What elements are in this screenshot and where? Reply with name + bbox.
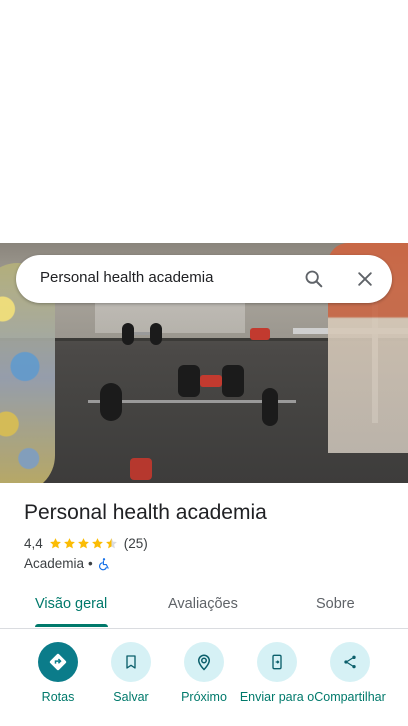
share-icon[interactable] [330, 642, 370, 682]
directions-button[interactable]: Rotas [19, 642, 97, 704]
photo-dumbbell-weight [178, 365, 200, 397]
active-tab-indicator [35, 624, 108, 627]
save-label: Salvar [113, 690, 149, 704]
tab-reviews[interactable]: Avaliações [168, 596, 238, 612]
rating-value: 4,4 [24, 536, 43, 551]
photo-dumbbell-weight [222, 365, 244, 397]
search-bar[interactable]: Personal health academia [16, 255, 392, 303]
rating-stars [49, 537, 118, 550]
photo-red-weight [250, 328, 270, 340]
send-to-phone-button[interactable]: Enviar para o [238, 642, 316, 718]
review-count: (25) [123, 536, 148, 551]
directions-label: Rotas [41, 690, 75, 704]
wheelchair-accessible-icon [98, 557, 109, 570]
tab-overview[interactable]: Visão geral [35, 596, 107, 612]
send-to-phone-label: Enviar para o [239, 690, 315, 704]
photo-dumbbell-weight [122, 323, 134, 345]
close-icon[interactable] [351, 265, 379, 293]
photo-dumbbell-weight [150, 323, 162, 345]
star-icon [63, 538, 75, 549]
rating-row[interactable]: 4,4 (25) [24, 536, 148, 551]
photo-barbell-plate [100, 383, 122, 421]
save-button[interactable]: Salvar [92, 642, 170, 704]
directions-icon[interactable] [38, 642, 78, 682]
nearby-button[interactable]: Próximo [165, 642, 243, 704]
photo-dumbbell-handle [200, 375, 222, 387]
search-input[interactable]: Personal health academia [40, 269, 213, 286]
star-half-icon [105, 538, 117, 549]
send-to-phone-icon[interactable] [257, 642, 297, 682]
photo-barbell-plate [262, 388, 278, 426]
bookmark-icon[interactable] [111, 642, 151, 682]
star-icon [91, 538, 103, 549]
separator-dot: • [88, 556, 93, 571]
tab-bar: Visão geral Avaliações Sobre [0, 590, 408, 629]
place-title: Personal health academia [24, 501, 267, 524]
nearby-label: Próximo [181, 690, 227, 704]
category-row: Academia • [24, 556, 111, 571]
map-blank-area [0, 0, 408, 243]
search-icon[interactable] [300, 265, 328, 293]
share-button[interactable]: Compartilhar [311, 642, 389, 718]
tab-about[interactable]: Sobre [316, 596, 355, 612]
place-category: Academia [24, 556, 85, 571]
star-icon [77, 538, 89, 549]
photo-red-floor-weight [130, 458, 152, 480]
nearby-icon[interactable] [184, 642, 224, 682]
share-label: Compartilhar [314, 690, 386, 704]
star-icon [49, 538, 61, 549]
